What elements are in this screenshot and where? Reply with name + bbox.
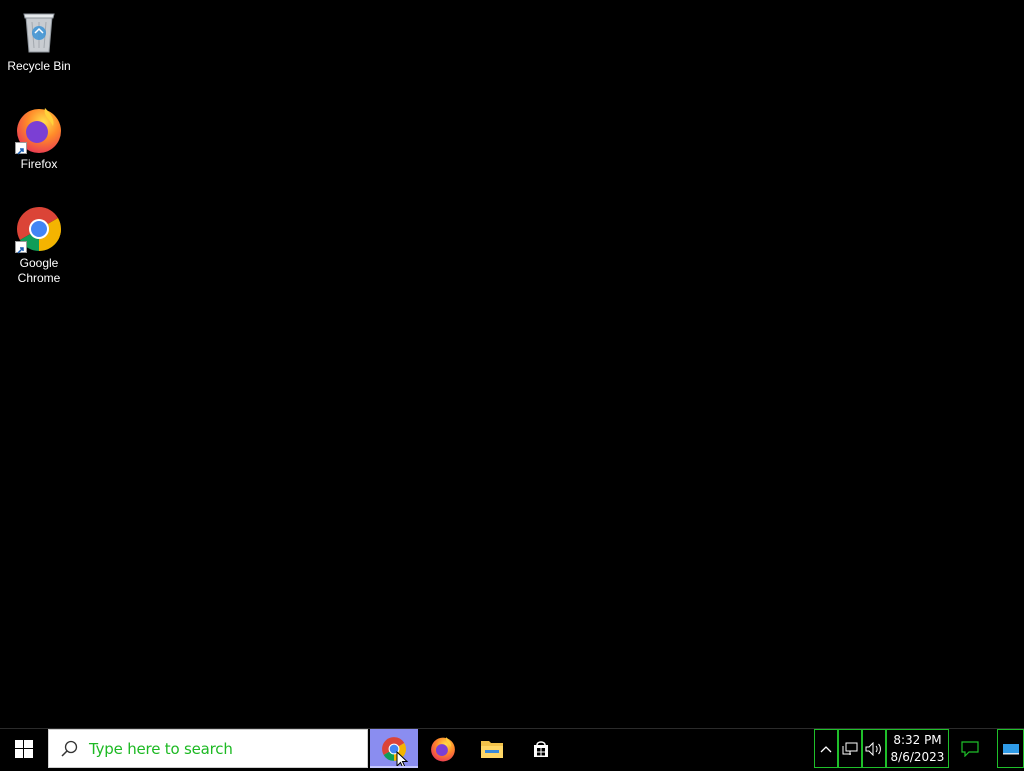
network-button[interactable] [838, 729, 862, 768]
action-center-button[interactable] [950, 729, 990, 768]
clock[interactable]: 8:32 PM 8/6/2023 [886, 729, 949, 768]
desktop-icon-label: Google Chrome [17, 256, 61, 285]
clock-time: 8:32 PM [893, 732, 942, 747]
network-icon [842, 742, 858, 755]
speaker-icon [865, 741, 881, 756]
recycle-bin-icon [15, 8, 63, 56]
taskbar-app-chrome[interactable] [370, 729, 418, 769]
desktop-icon-google-chrome[interactable]: Google Chrome [1, 205, 77, 286]
show-desktop-button[interactable] [997, 729, 1024, 768]
volume-button[interactable] [862, 729, 886, 768]
start-button[interactable] [0, 729, 47, 768]
clock-date: 8/6/2023 [890, 749, 945, 764]
desktop-icon-label: Recycle Bin [7, 59, 71, 73]
desktop-icon-recycle-bin[interactable]: Recycle Bin [1, 8, 77, 74]
firefox-icon [15, 106, 63, 155]
chrome-icon [15, 205, 63, 254]
desktop-preview-icon [1002, 743, 1019, 754]
taskbar-search-box[interactable]: Type here to search [48, 729, 368, 768]
search-icon [49, 729, 89, 768]
search-placeholder: Type here to search [89, 739, 233, 758]
folder-icon [481, 740, 503, 758]
taskbar: Type here to search 8:32 PM 8/6/2023 [0, 728, 1024, 769]
mouse-cursor-icon [396, 751, 409, 769]
windows-logo-icon [14, 739, 33, 758]
taskbar-app-file-explorer[interactable] [468, 729, 516, 768]
notification-icon [961, 740, 979, 757]
taskbar-app-store[interactable] [517, 729, 565, 768]
firefox-icon [431, 736, 455, 761]
shortcut-arrow-icon [15, 142, 27, 155]
chevron-up-icon [820, 745, 832, 752]
desktop-icon-label: Firefox [20, 157, 58, 171]
show-hidden-icons-button[interactable] [814, 729, 838, 768]
store-bag-icon [534, 740, 548, 757]
desktop: Recycle Bin Firefox Google Chrome [0, 0, 1024, 728]
desktop-icon-firefox[interactable]: Firefox [1, 106, 77, 172]
taskbar-app-firefox[interactable] [419, 729, 467, 768]
shortcut-arrow-icon [15, 241, 27, 254]
